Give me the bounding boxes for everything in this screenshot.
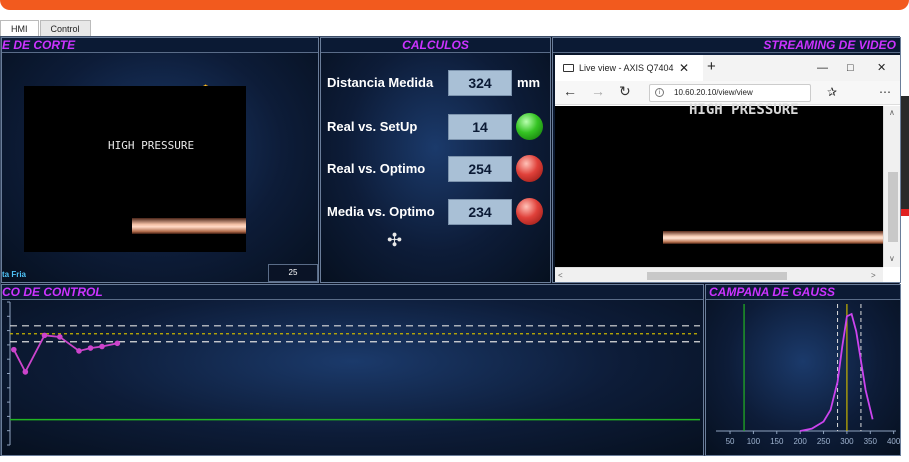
background-window-red-mark xyxy=(901,209,909,216)
gauss-x-tick-label: 300 xyxy=(840,437,854,446)
url-text: 10.60.20.10/view/view xyxy=(674,88,753,97)
distancia-unit: mm xyxy=(517,75,541,90)
control-point xyxy=(99,343,105,350)
streaming-panel: STREAMING DE VIDEO Live view - AXIS Q740… xyxy=(552,37,901,283)
back-icon[interactable]: ← xyxy=(563,83,577,99)
setup-label: Real vs. SetUp xyxy=(327,119,418,134)
control-series-line xyxy=(13,334,118,374)
url-field[interactable]: i 10.60.20.10/view/view ☆ xyxy=(649,84,811,102)
corte-value-box: 25 xyxy=(268,264,318,282)
gauss-x-tick-label: 100 xyxy=(747,437,761,446)
horizontal-scrollbar[interactable]: < > xyxy=(555,267,883,282)
gauss-x-tick-label: 400 xyxy=(887,437,901,446)
setup-status-led xyxy=(516,113,543,140)
scroll-left-icon[interactable]: < xyxy=(558,271,563,280)
control-point xyxy=(76,348,82,354)
gauss-title: CAMPANA DE GAUSS xyxy=(706,285,900,300)
streaming-title: STREAMING DE VIDEO xyxy=(553,38,900,53)
distancia-label: Distancia Medida xyxy=(327,75,434,90)
row-real-vs-setup: Real vs. SetUp 14 xyxy=(327,113,550,140)
scroll-right-icon[interactable]: > xyxy=(871,271,876,280)
control-chart xyxy=(7,301,700,446)
browser-tabbar: Live view - AXIS Q7404 ✕ + — □ ✕ xyxy=(555,55,900,81)
embedded-browser: Live view - AXIS Q7404 ✕ + — □ ✕ ← → ↻ i… xyxy=(555,55,900,282)
browser-tab-title: Live view - AXIS Q7404 xyxy=(579,63,674,73)
control-point xyxy=(114,340,121,347)
gauss-x-tick-label: 50 xyxy=(726,437,735,446)
more-menu-icon[interactable]: ⋯ xyxy=(879,85,891,99)
control-point xyxy=(11,346,17,353)
gauss-chart: 50 100 150 200 250 300 350 400 xyxy=(716,304,901,446)
gauss-x-tick-label: 250 xyxy=(817,437,831,446)
calculos-title: CALCULOS xyxy=(321,38,550,53)
media-label: Media vs. Optimo xyxy=(327,204,435,219)
background-window-edge xyxy=(901,96,909,216)
corte-title: E DE CORTE xyxy=(2,38,318,53)
screenshot-root: HMI Control E DE CORTE ⌒ ✋ ⊕ ⊖ ⌂ HIGH PR… xyxy=(0,0,909,462)
top-orange-bar xyxy=(0,0,909,10)
vertical-scrollbar[interactable]: ∧ ∨ xyxy=(883,106,900,267)
control-point xyxy=(41,332,48,339)
optimo-label: Real vs. Optimo xyxy=(327,161,426,176)
optimo-value: 254 xyxy=(448,156,512,182)
optimo-status-led xyxy=(516,155,543,182)
control-chart-panel: CO DE CONTROL xyxy=(1,284,704,456)
row-real-vs-optimo: Real vs. Optimo 254 xyxy=(327,155,550,182)
distancia-value: 324 xyxy=(448,70,512,96)
row-media-vs-optimo: Media vs. Optimo 234 xyxy=(327,198,550,225)
move-cursor-icon: ✣ xyxy=(387,230,403,250)
scroll-up-icon[interactable]: ∧ xyxy=(889,108,895,117)
row-distancia-medida: Distancia Medida 324 mm xyxy=(327,70,550,96)
browser-tab[interactable]: Live view - AXIS Q7404 ✕ xyxy=(555,55,703,81)
minimize-icon[interactable]: — xyxy=(817,55,828,81)
gauss-x-tick-label: 200 xyxy=(793,437,807,446)
gauss-curve xyxy=(799,312,874,432)
gauss-x-tick-label: 150 xyxy=(770,437,784,446)
hmi-screen: E DE CORTE ⌒ ✋ ⊕ ⊖ ⌂ HIGH PRESSURE ta Fr… xyxy=(0,36,901,456)
tab-control[interactable]: Control xyxy=(39,20,91,36)
scroll-down-icon[interactable]: ∨ xyxy=(889,254,895,263)
media-value: 234 xyxy=(448,199,512,225)
video-viewport: HIGH PRESSURE xyxy=(555,102,883,267)
new-tab-icon[interactable]: + xyxy=(707,55,716,79)
window-close-icon[interactable]: ✕ xyxy=(877,55,886,81)
video-overlay-text: HIGH PRESSURE xyxy=(689,102,799,118)
gauss-x-tick-label: 350 xyxy=(864,437,878,446)
corte-bottom-label: ta Fria xyxy=(2,270,27,279)
control-point xyxy=(87,345,94,351)
control-title: CO DE CONTROL xyxy=(2,285,703,300)
forward-icon[interactable]: → xyxy=(591,83,605,99)
refresh-icon[interactable]: ↻ xyxy=(619,83,631,100)
corte-panel: E DE CORTE ⌒ ✋ ⊕ ⊖ ⌂ HIGH PRESSURE ta Fr… xyxy=(1,37,319,283)
control-point xyxy=(22,369,29,375)
setup-value: 14 xyxy=(448,114,512,140)
calculos-panel: CALCULOS Distancia Medida 324 mm Real vs… xyxy=(320,37,551,283)
gauss-chart-panel: CAMPANA DE GAUSS 50 100 150 200 250 300 350 400 xyxy=(705,284,901,456)
control-point xyxy=(57,334,63,340)
camera-overlay-text: HIGH PRESSURE xyxy=(108,139,195,152)
horizontal-scroll-thumb[interactable] xyxy=(647,272,787,280)
corte-camera-image: HIGH PRESSURE xyxy=(24,86,246,252)
favorites-icon[interactable]: ✰ xyxy=(827,85,837,99)
media-status-led xyxy=(516,198,543,225)
tab-hmi[interactable]: HMI xyxy=(0,20,39,36)
close-tab-icon[interactable]: ✕ xyxy=(679,55,689,81)
tab-strip: HMI Control xyxy=(0,18,92,36)
maximize-icon[interactable]: □ xyxy=(847,55,854,81)
page-icon xyxy=(563,64,574,72)
vertical-scroll-thumb[interactable] xyxy=(888,172,898,242)
video-bar-image xyxy=(663,231,883,244)
site-info-icon[interactable]: i xyxy=(655,88,664,97)
cut-bar-image xyxy=(132,218,246,234)
